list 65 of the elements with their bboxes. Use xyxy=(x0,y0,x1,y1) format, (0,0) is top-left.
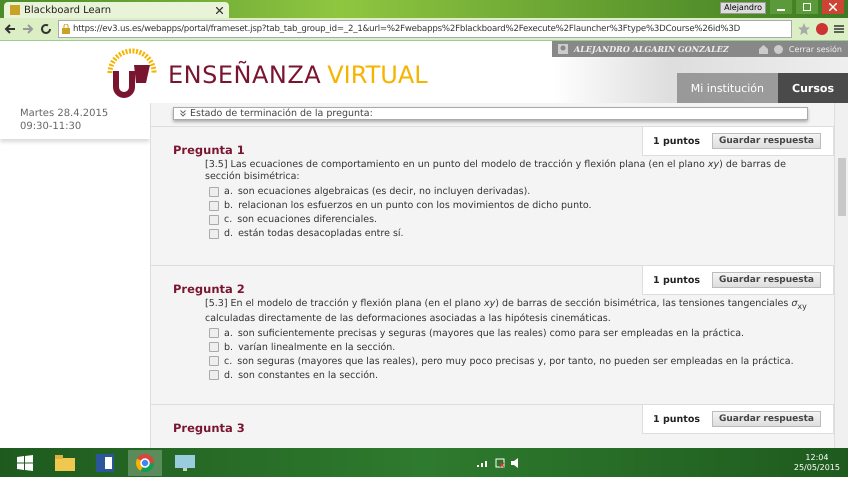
nav-tab[interactable]: Cursos xyxy=(778,73,848,103)
question-title: Pregunta 3 xyxy=(173,421,245,435)
checkbox[interactable] xyxy=(209,200,219,210)
clock[interactable]: 12:04 25/05/2015 xyxy=(794,452,840,472)
checkbox[interactable] xyxy=(209,356,219,366)
checkbox[interactable] xyxy=(209,328,219,338)
checkbox[interactable] xyxy=(209,214,219,224)
option-text: están todas desacopladas entre sí. xyxy=(238,228,404,239)
chevron-icon xyxy=(180,110,186,117)
browser-icon[interactable] xyxy=(128,450,162,476)
option-text: son constantes en la sección. xyxy=(238,370,378,381)
maximize-icon[interactable] xyxy=(796,0,818,14)
user-name: ALEJANDRO ALGARIN GONZALEZ xyxy=(574,44,730,54)
schedule-date: Martes 28.4.2015 xyxy=(20,107,110,120)
option-text: son ecuaciones diferenciales. xyxy=(237,214,378,225)
signal-icon[interactable] xyxy=(476,458,489,466)
option-letter: a. xyxy=(224,328,233,339)
question-title: Pregunta 2 xyxy=(173,282,245,296)
forward-icon[interactable] xyxy=(22,23,34,35)
option-letter: d. xyxy=(224,370,234,381)
question-text: [3.5] Las ecuaciones de comportamiento en un punto del modelo de tracción y flexión plana (en el plano xy) de barras de sección bisimétrica: xyxy=(205,159,787,183)
network-icon[interactable] xyxy=(494,458,505,468)
points-label: 1 puntos xyxy=(653,136,700,146)
home-icon[interactable] xyxy=(758,44,768,54)
profile-badge[interactable]: Alejandro xyxy=(720,2,766,14)
close-icon[interactable] xyxy=(822,0,844,14)
save-answer-button[interactable]: Guardar respuesta xyxy=(712,411,821,427)
star-icon[interactable] xyxy=(798,23,810,35)
option-text: son suficientemente precisas y seguras (mayores que las reales) como para ser empleadas en la práctica. xyxy=(238,328,744,339)
user-icon xyxy=(558,44,568,54)
option-text: son ecuaciones algebraicas (es decir, no incluyen derivadas). xyxy=(238,186,530,197)
option-text: son seguras (mayores que las reales), pero muy poco precisas y, por tanto, no pueden ser empleadas en la práctica. xyxy=(237,356,794,367)
option-text: varían linealmente en la sección. xyxy=(238,342,396,353)
status-panel[interactable]: Estado de terminación de la pregunta: xyxy=(173,107,808,120)
minimize-icon[interactable] xyxy=(770,0,792,14)
scrollbar[interactable] xyxy=(834,103,848,448)
option-letter: d. xyxy=(224,228,234,239)
points-label: 1 puntos xyxy=(653,414,700,424)
menu-icon[interactable] xyxy=(834,24,844,34)
save-answer-button[interactable]: Guardar respuesta xyxy=(712,272,821,288)
browser-tab[interactable]: Blackboard Learn xyxy=(4,2,229,18)
schedule-time: 09:30-11:30 xyxy=(20,120,82,133)
reload-icon[interactable] xyxy=(40,23,52,35)
address-bar[interactable]: https://ev3.us.es/webapps/portal/frameset.jsp?tab_tab_group_id=_2_1&url=%2Fwebapps%2Fblackboard%2Fexecute%2Flauncher%3Ftype%3DCourse%26id%3D xyxy=(58,20,792,38)
speaker-icon[interactable] xyxy=(510,458,519,468)
save-answer-button[interactable]: Guardar respuesta xyxy=(712,133,821,149)
points-label: 1 puntos xyxy=(653,274,700,286)
lock-icon xyxy=(62,24,70,34)
option-letter: c. xyxy=(224,214,232,225)
checkbox[interactable] xyxy=(209,370,219,380)
checkbox[interactable] xyxy=(209,186,219,196)
checkbox[interactable] xyxy=(209,342,219,352)
site-title: ENSEÑANZA VIRTUAL xyxy=(168,60,428,91)
checkbox[interactable] xyxy=(209,228,219,238)
question-text: [5.3] En el modelo de tracción y flexión plana (en el plano xy) de barras de sección bisimétrica, las tensiones tangenciales σ$_{xy}$ calculadas directamente de las deformaciones asociadas a las hipótesis cinemáticas. xyxy=(205,298,808,325)
back-icon[interactable] xyxy=(4,23,16,35)
close-icon[interactable] xyxy=(216,6,223,14)
option-text: relacionan los esfuerzos en un punto con los movimientos de dicho punto. xyxy=(238,200,592,211)
option-letter: a. xyxy=(224,186,233,197)
option-letter: b. xyxy=(224,200,234,211)
page-icon xyxy=(10,5,20,15)
question-title: Pregunta 1 xyxy=(173,143,245,157)
option-letter: b. xyxy=(224,342,234,353)
option-letter: c. xyxy=(224,356,232,367)
status-label: Estado de terminación de la pregunta: xyxy=(190,108,373,119)
